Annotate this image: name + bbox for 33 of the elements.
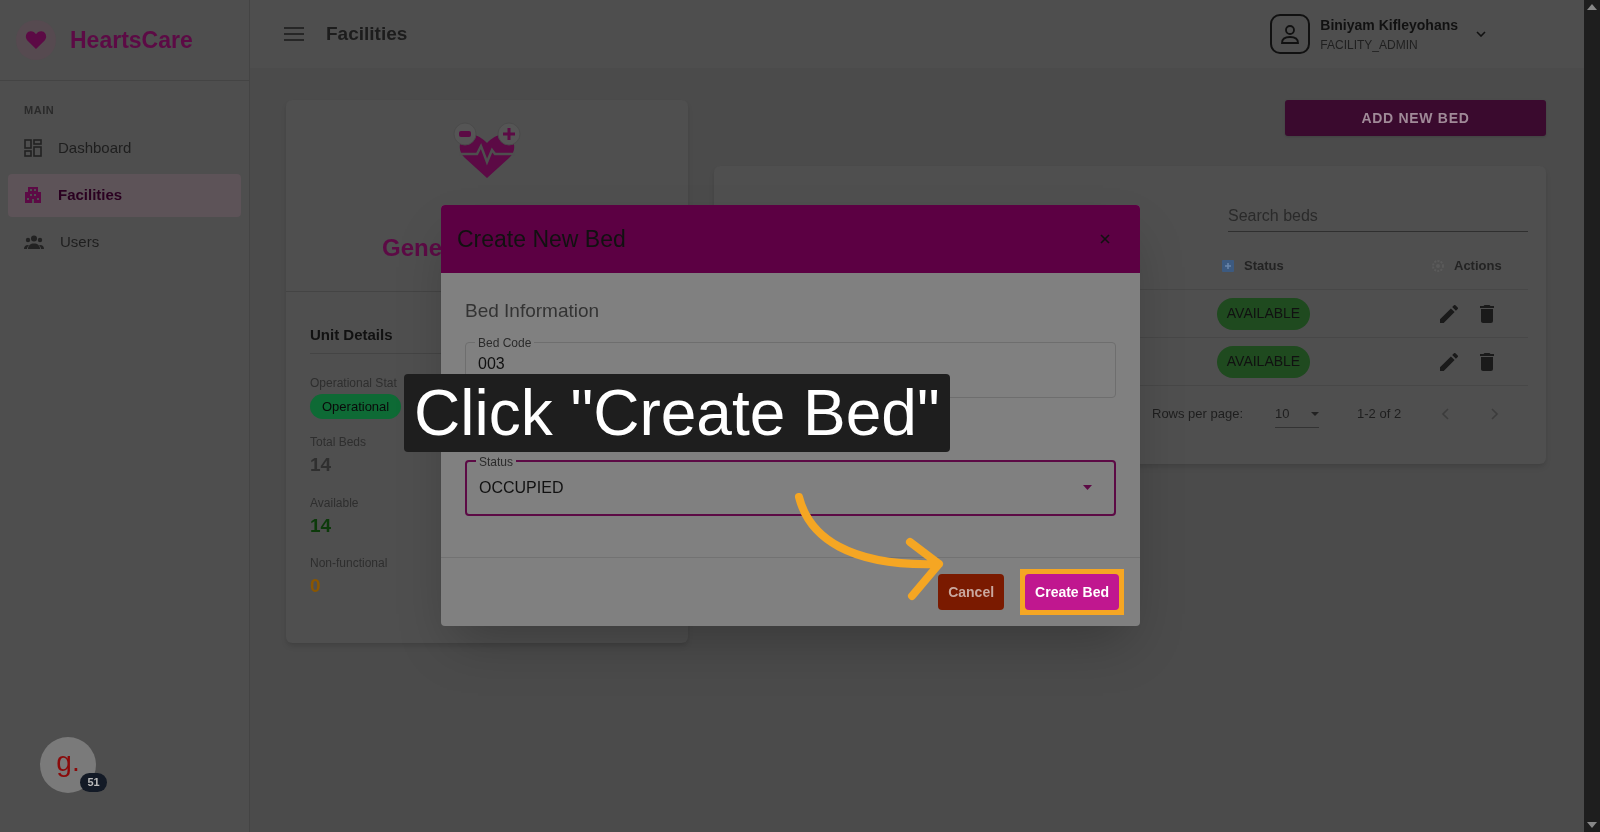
edit-icon[interactable] — [1440, 304, 1458, 323]
menu-icon[interactable] — [284, 27, 304, 41]
stat-value: 14 — [310, 513, 332, 538]
status-chip: Operational — [310, 393, 402, 419]
user-name: Biniyam Kifleyohans — [1320, 15, 1458, 35]
building-icon — [24, 186, 42, 204]
add-new-bed-button[interactable]: ADD NEW BED — [1285, 100, 1546, 136]
table-column-icon — [1222, 259, 1234, 272]
status-chip: AVAILABLE — [1217, 345, 1310, 378]
scroll-down-icon[interactable] — [1587, 822, 1597, 828]
unit-title: Gene — [382, 233, 443, 263]
brand-name: HeartsCare — [70, 25, 193, 55]
instruction-tooltip: Click "Create Bed" — [404, 374, 950, 452]
section-heading: Bed Information — [465, 299, 601, 323]
trash-icon[interactable] — [1480, 304, 1494, 323]
nav-item[interactable]: Facilities — [8, 173, 241, 217]
dialog-title: Create New Bed — [457, 224, 626, 254]
caret-icon — [1311, 411, 1320, 416]
close-icon[interactable] — [1100, 234, 1110, 244]
scrollbar[interactable] — [1584, 0, 1600, 832]
create-bed-button[interactable]: Create Bed — [1025, 574, 1119, 610]
grid-icon — [24, 139, 42, 157]
chevron-down-icon[interactable] — [1476, 31, 1486, 37]
scroll-up-icon[interactable] — [1587, 4, 1597, 10]
heart-logo-icon — [16, 20, 56, 60]
trash-icon[interactable] — [1480, 352, 1494, 371]
people-icon — [24, 235, 44, 249]
caret-icon — [1083, 485, 1092, 490]
edit-icon[interactable] — [1440, 352, 1458, 371]
status-chip: AVAILABLE — [1217, 297, 1310, 330]
stat-value: 0 — [310, 574, 321, 598]
cancel-button[interactable]: Cancel — [938, 574, 1005, 610]
user-avatar-icon[interactable] — [1270, 14, 1311, 54]
